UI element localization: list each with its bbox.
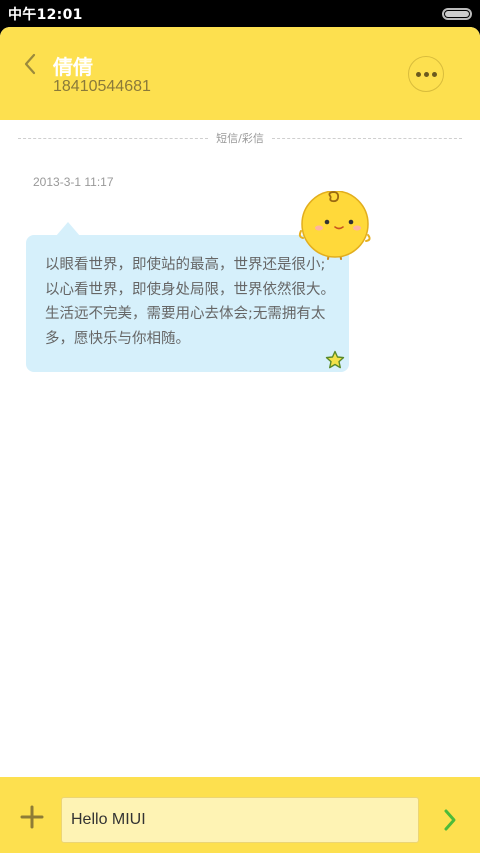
back-button[interactable] xyxy=(16,49,44,79)
conversation-header: 倩倩 18410544681 xyxy=(0,27,480,120)
message-text: 以眼看世界，即使站的最高，世界还是很小;以心看世界，即使身处局限，世界依然很大。… xyxy=(45,257,335,347)
send-button[interactable] xyxy=(436,805,464,835)
more-dot xyxy=(423,71,429,77)
message-timestamp: 2013-3-1 11:17 xyxy=(33,175,114,189)
plus-icon xyxy=(20,805,44,829)
more-dot xyxy=(431,71,437,77)
conversation-screen: 倩倩 18410544681 短信/彩信 2013-3-1 11:17 以眼看世… xyxy=(0,27,480,853)
chevron-left-icon xyxy=(24,53,36,75)
message-input[interactable] xyxy=(61,797,419,843)
divider-line xyxy=(271,137,462,139)
channel-label: 短信/彩信 xyxy=(216,132,264,145)
contact-number: 18410544681 xyxy=(53,78,151,95)
composer-bar xyxy=(0,777,480,853)
status-time: 中午12:01 xyxy=(8,7,83,23)
chevron-right-icon xyxy=(444,809,456,831)
more-options-button[interactable] xyxy=(408,56,444,92)
battery-icon xyxy=(442,8,472,20)
divider-line xyxy=(18,137,209,139)
more-dots-icon xyxy=(415,71,421,77)
contact-avatar[interactable] xyxy=(298,191,372,263)
star-icon[interactable] xyxy=(325,350,345,370)
contact-name: 倩倩 xyxy=(53,55,93,79)
channel-divider: 短信/彩信 xyxy=(18,130,462,146)
add-attachment-button[interactable] xyxy=(18,803,46,831)
bubble-tail xyxy=(56,222,80,236)
status-bar: 中午12:01 xyxy=(0,0,480,27)
